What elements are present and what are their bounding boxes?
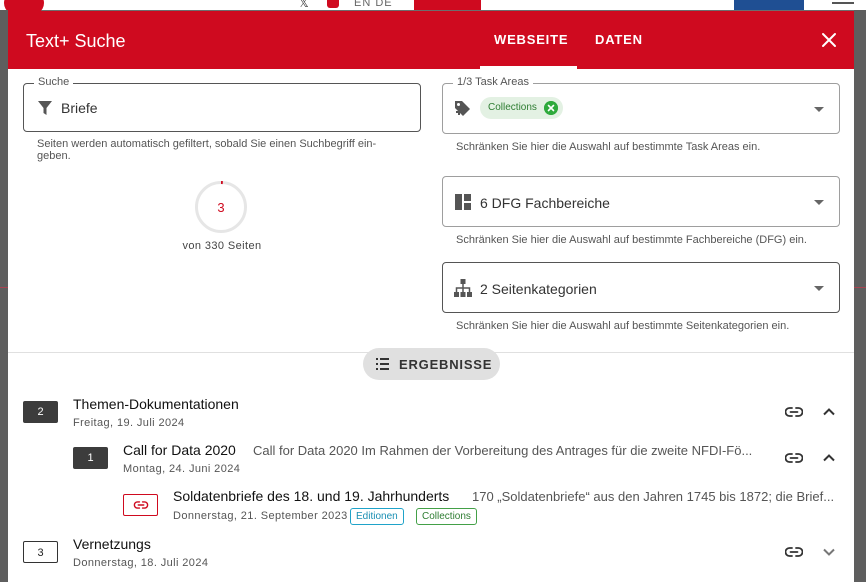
hamburger-menu-icon <box>832 2 854 4</box>
result-description: 170 „Soldatenbriefe“ aus den Jahren 1745… <box>472 489 835 504</box>
result-date: Donnerstag, 21. September 2023 <box>173 510 348 522</box>
results-button[interactable]: ERGEBNISSE <box>363 348 500 380</box>
result-count: 3 <box>217 200 225 215</box>
search-input[interactable]: Briefe <box>61 100 98 116</box>
active-tab-indicator <box>480 66 577 69</box>
tab-daten[interactable]: DATEN <box>595 32 643 47</box>
link-icon <box>133 501 149 509</box>
task-areas-select[interactable]: 1/3 Task Areas Collections <box>442 76 840 134</box>
backdrop-right <box>854 10 866 582</box>
close-icon[interactable] <box>819 30 839 50</box>
x-social-icon: 𝕏 <box>299 0 309 10</box>
result-date: Freitag, 19. Juli 2024 <box>73 417 185 429</box>
background-search-button <box>414 0 481 10</box>
tag-collections[interactable]: Collections <box>416 508 477 525</box>
link-icon[interactable] <box>785 543 803 561</box>
language-switcher: EN DE <box>354 0 393 9</box>
result-count-badge: 1 <box>73 447 108 469</box>
results-button-label: ERGEBNISSE <box>399 357 493 372</box>
chevron-down-icon[interactable] <box>814 286 824 291</box>
filter-icon <box>38 101 52 115</box>
result-title[interactable]: Soldatenbriefe des 18. und 19. Jahrhunde… <box>173 488 449 504</box>
result-count-badge: 2 <box>23 401 58 423</box>
list-icon <box>376 358 389 370</box>
backdrop-left <box>0 10 8 582</box>
dfg-select-label: 6 DFG Fachbereiche <box>480 195 610 211</box>
categories-hint: Schränken Sie hier die Auswahl auf besti… <box>456 320 790 332</box>
result-title[interactable]: Themen-Dokumentationen <box>73 396 239 412</box>
result-date: Montag, 24. Juni 2024 <box>123 463 241 475</box>
categories-select-label: 2 Seitenkategorien <box>480 281 597 297</box>
instagram-icon <box>327 0 339 8</box>
search-legend: Suche <box>34 76 74 88</box>
result-count-badge: 3 <box>23 541 58 563</box>
result-count-caption: von 330 Seiten <box>182 240 262 252</box>
chevron-up-icon[interactable] <box>820 403 838 421</box>
chevron-down-icon[interactable] <box>814 107 824 112</box>
link-icon[interactable] <box>785 403 803 421</box>
dashboard-icon <box>455 194 471 210</box>
tag-editionen[interactable]: Editionen <box>350 508 404 525</box>
result-title[interactable]: Vernetzungs <box>73 536 151 552</box>
page-link-badge[interactable] <box>123 494 158 516</box>
result-date: Donnerstag, 18. Juli 2024 <box>73 557 209 569</box>
tab-webseite[interactable]: WEBSEITE <box>494 32 568 47</box>
task-areas-hint: Schränken Sie hier die Auswahl auf besti… <box>456 141 761 153</box>
chip-remove-icon[interactable] <box>543 101 558 115</box>
search-hint: Seiten werden automatisch gefiltert, sob… <box>37 138 377 162</box>
sitemap-icon <box>454 279 472 297</box>
chevron-down-icon[interactable] <box>814 200 824 205</box>
search-field[interactable]: Suche Briefe <box>23 76 421 132</box>
background-header: 𝕏 EN DE <box>0 0 866 18</box>
categories-select[interactable]: 2 Seitenkategorien <box>442 262 840 313</box>
background-login-button <box>734 0 804 10</box>
task-areas-legend: 1/3 Task Areas <box>453 76 533 88</box>
result-title[interactable]: Call for Data 2020 <box>123 442 236 458</box>
chip-collections[interactable]: Collections <box>480 97 563 119</box>
dialog-title: Text+ Suche <box>26 31 126 51</box>
chevron-up-icon[interactable] <box>820 449 838 467</box>
dfg-hint: Schränken Sie hier die Auswahl auf besti… <box>456 234 807 246</box>
chevron-down-icon[interactable] <box>820 543 838 561</box>
search-dialog: Text+ Suche WEBSEITE DATEN Suche Briefe … <box>8 11 854 582</box>
link-icon[interactable] <box>785 449 803 467</box>
result-description: Call for Data 2020 Im Rahmen der Vorbere… <box>253 443 753 458</box>
tag-plus-icon <box>455 101 470 116</box>
dialog-header: Text+ Suche WEBSEITE DATEN <box>8 11 854 69</box>
dfg-select[interactable]: 6 DFG Fachbereiche <box>442 176 840 227</box>
